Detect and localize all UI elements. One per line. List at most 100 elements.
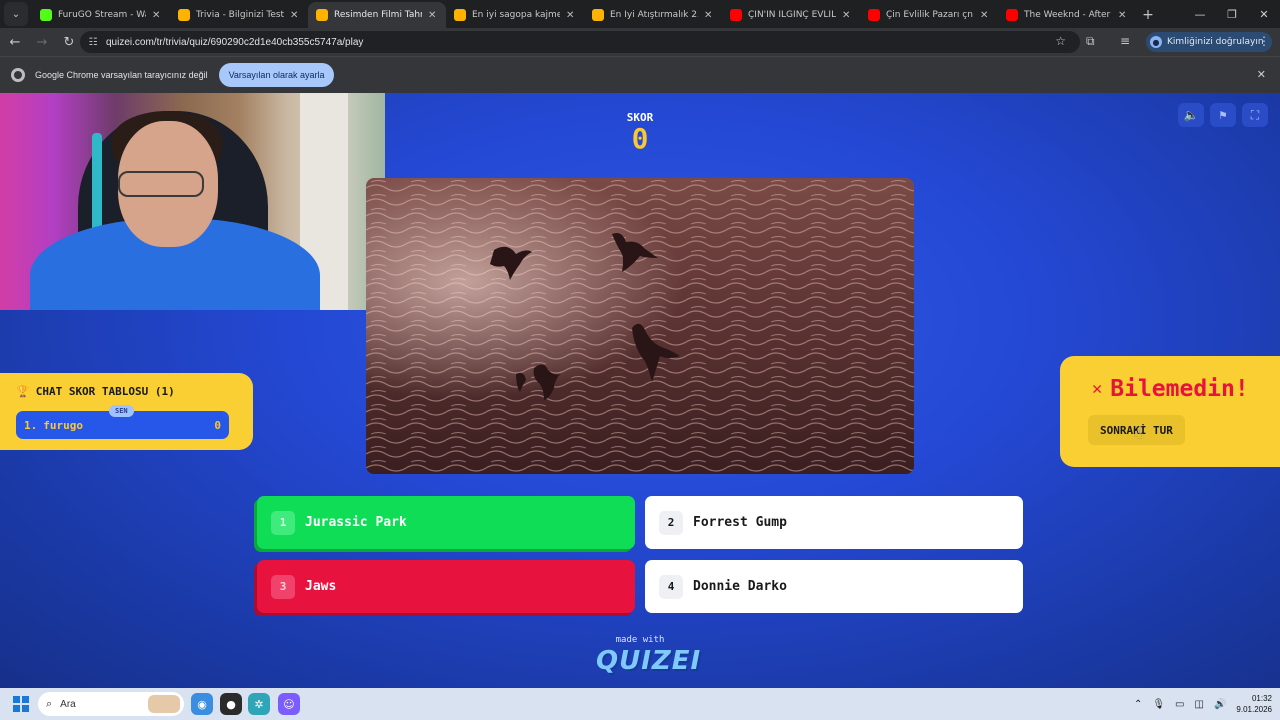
profile-label: Kimliğinizi doğrulayın [1167, 37, 1264, 47]
start-button-windows-icon[interactable] [13, 696, 29, 712]
chrome-menu-icon[interactable]: ⋮ [1258, 34, 1270, 48]
bookmark-star-icon[interactable]: ☆ [1055, 34, 1066, 48]
network-app-taskbar-icon[interactable]: ✲ [248, 693, 270, 715]
url-text: quizei.com/tr/trivia/quiz/690290c2d1e40c… [106, 36, 364, 48]
streamer-webcam-overlay [0, 93, 385, 310]
tab-title: Çin Evlilik Pazarı çn | Şang [886, 10, 974, 20]
tab-2-active[interactable]: Resimden Filmi Tahmin Et ✕ [308, 2, 446, 28]
profile-avatar-icon: ● [1150, 36, 1162, 48]
tab-close-icon[interactable]: ✕ [980, 10, 990, 21]
tab-0[interactable]: FuruGO Stream - Watch L ✕ [32, 2, 170, 28]
fullscreen-icon[interactable]: ⛶ [1242, 103, 1268, 127]
tab-7[interactable]: The Weeknd - After Hour ✕ [998, 2, 1136, 28]
reload-icon[interactable]: ↻ [57, 30, 81, 54]
answer-number: 1 [271, 510, 295, 535]
youtube-favicon-icon [730, 9, 742, 21]
quiz-page: 🔈 ⚑ ⛶ SKOR 0 🏆 CHAT SKOR TABLOSU (1) 1. … [0, 93, 1280, 688]
tab-close-icon[interactable]: ✕ [842, 10, 852, 21]
report-flag-icon[interactable]: ⚑ [1210, 103, 1236, 127]
tab-6[interactable]: Çin Evlilik Pazarı çn | Şang ✕ [860, 2, 998, 28]
trophy-icon: 🏆 [16, 385, 30, 398]
score-display: SKOR 0 [600, 111, 680, 154]
sound-icon[interactable]: 🔈 [1178, 103, 1204, 127]
tab-title: FuruGO Stream - Watch L [58, 10, 146, 20]
tab-title: The Weeknd - After Hour [1024, 10, 1112, 20]
leaderboard-points: 0 [214, 418, 221, 432]
system-tray: ⌃ 🎙 ▭ ◫ 🔊 01:32 9.01.2026 [1134, 688, 1272, 720]
tab-title: En iyi sagopa kajmer şarkı [472, 10, 560, 20]
browser-tab-strip: ⌄ FuruGO Stream - Watch L ✕ Trivia - Bil… [0, 0, 1280, 28]
leaderboard-rank: 1. [24, 418, 38, 432]
tab-4[interactable]: En İyi Atıştırmalık 256 [Ye ✕ [584, 2, 722, 28]
tab-1[interactable]: Trivia - Bilginizi Test Edin ✕ [170, 2, 308, 28]
tab-5[interactable]: ÇİN'İN İLGİNÇ EVLİLİK M ✕ [722, 2, 860, 28]
tab-close-icon[interactable]: ✕ [566, 10, 576, 21]
you-badge: SEN [109, 405, 134, 417]
profile-button[interactable]: ● Kimliğinizi doğrulayın [1146, 32, 1272, 52]
display-icon[interactable]: ▭ [1175, 699, 1184, 710]
result-title-row: ✕ Bilemedin! [1092, 376, 1249, 402]
window-controls: — ❐ ✕ [1184, 0, 1280, 28]
clock-date: 9.01.2026 [1236, 705, 1272, 714]
site-info-icon[interactable]: ☷ [84, 33, 102, 51]
answer-label: Forrest Gump [693, 515, 787, 530]
leaderboard-header: 🏆 CHAT SKOR TABLOSU (1) [16, 385, 175, 398]
close-window-icon[interactable]: ✕ [1248, 0, 1280, 28]
infobar-close-icon[interactable]: ✕ [1257, 68, 1266, 81]
volume-icon[interactable]: 🔊 [1214, 699, 1226, 710]
answer-label: Donnie Darko [693, 579, 787, 594]
answer-label: Jaws [305, 579, 337, 594]
tab-close-icon[interactable]: ✕ [152, 10, 162, 21]
chat-leaderboard: 🏆 CHAT SKOR TABLOSU (1) 1. furugo 0 SEN [0, 373, 253, 450]
tray-chevron-icon[interactable]: ⌃ [1134, 699, 1142, 710]
score-value: 0 [631, 122, 649, 155]
media-controls-icon[interactable]: ≡ [1120, 34, 1130, 48]
tab-close-icon[interactable]: ✕ [1118, 10, 1128, 21]
answer-option-3[interactable]: 3 Jaws [257, 560, 635, 613]
answer-number: 2 [659, 510, 683, 535]
app-taskbar-icon[interactable]: ● [220, 693, 242, 715]
new-tab-plus-icon[interactable]: + [1136, 2, 1160, 28]
taskbar-search[interactable]: ⌕ Ara [38, 692, 184, 716]
tab-3[interactable]: En iyi sagopa kajmer şarkı ✕ [446, 2, 584, 28]
back-arrow-icon[interactable]: ← [3, 30, 27, 54]
tab-title: En İyi Atıştırmalık 256 [Ye [610, 10, 698, 20]
tab-search-button[interactable]: ⌄ [4, 2, 28, 26]
quiz-top-controls: 🔈 ⚑ ⛶ [1178, 103, 1268, 127]
address-bar[interactable]: ☷ quizei.com/tr/trivia/quiz/690290c2d1e4… [80, 31, 1080, 53]
clock[interactable]: 01:32 9.01.2026 [1236, 693, 1272, 715]
minimize-icon[interactable]: — [1184, 0, 1216, 28]
restore-icon[interactable]: ❐ [1216, 0, 1248, 28]
quizei-favicon-icon [592, 9, 604, 21]
leaderboard-title: CHAT SKOR TABLOSU (1) [35, 385, 175, 398]
browser-toolbar: ← → ↻ ☷ quizei.com/tr/trivia/quiz/690290… [0, 28, 1280, 56]
tab-close-icon[interactable]: ✕ [290, 10, 300, 21]
result-panel: ✕ Bilemedin! SONRAKİ TUR [1060, 356, 1280, 467]
quizei-favicon-icon [454, 9, 466, 21]
quizei-favicon-icon [178, 9, 190, 21]
answer-option-4[interactable]: 4 Donnie Darko [645, 560, 1023, 613]
forward-arrow-icon[interactable]: → [30, 30, 54, 54]
microphone-icon[interactable]: 🎙 [1152, 699, 1165, 710]
tab-close-icon[interactable]: ✕ [428, 10, 438, 21]
made-with-label: made with [615, 635, 665, 645]
extensions-icon[interactable]: ⧉ [1086, 34, 1095, 49]
wrong-x-icon: ✕ [1092, 379, 1103, 399]
search-placeholder: Ara [60, 698, 76, 710]
youtube-favicon-icon [1006, 9, 1018, 21]
tab-title: ÇİN'İN İLGİNÇ EVLİLİK M [748, 10, 836, 20]
answer-option-1[interactable]: 1 Jurassic Park [257, 496, 635, 549]
discord-taskbar-icon[interactable]: ☺ [278, 693, 300, 715]
windows-taskbar: ⌕ Ara ◉ ● ✲ ☺ ⌃ 🎙 ▭ ◫ 🔊 01:32 9.01.2026 [0, 688, 1280, 720]
tab-close-icon[interactable]: ✕ [704, 10, 714, 21]
quizei-logo[interactable]: QUIZEI [596, 646, 700, 676]
infobar-message: Google Chrome varsayılan tarayıcınız değ… [35, 70, 208, 80]
movie-still-image [366, 178, 914, 474]
chrome-taskbar-icon[interactable]: ◉ [191, 693, 213, 715]
clock-time: 01:32 [1251, 694, 1272, 703]
answer-option-2[interactable]: 2 Forrest Gump [645, 496, 1023, 549]
set-default-button[interactable]: Varsayılan olarak ayarla [218, 63, 335, 87]
leaderboard-name: furugo [43, 418, 83, 432]
tab-title: Trivia - Bilginizi Test Edin [196, 10, 284, 20]
network-icon[interactable]: ◫ [1195, 699, 1204, 710]
